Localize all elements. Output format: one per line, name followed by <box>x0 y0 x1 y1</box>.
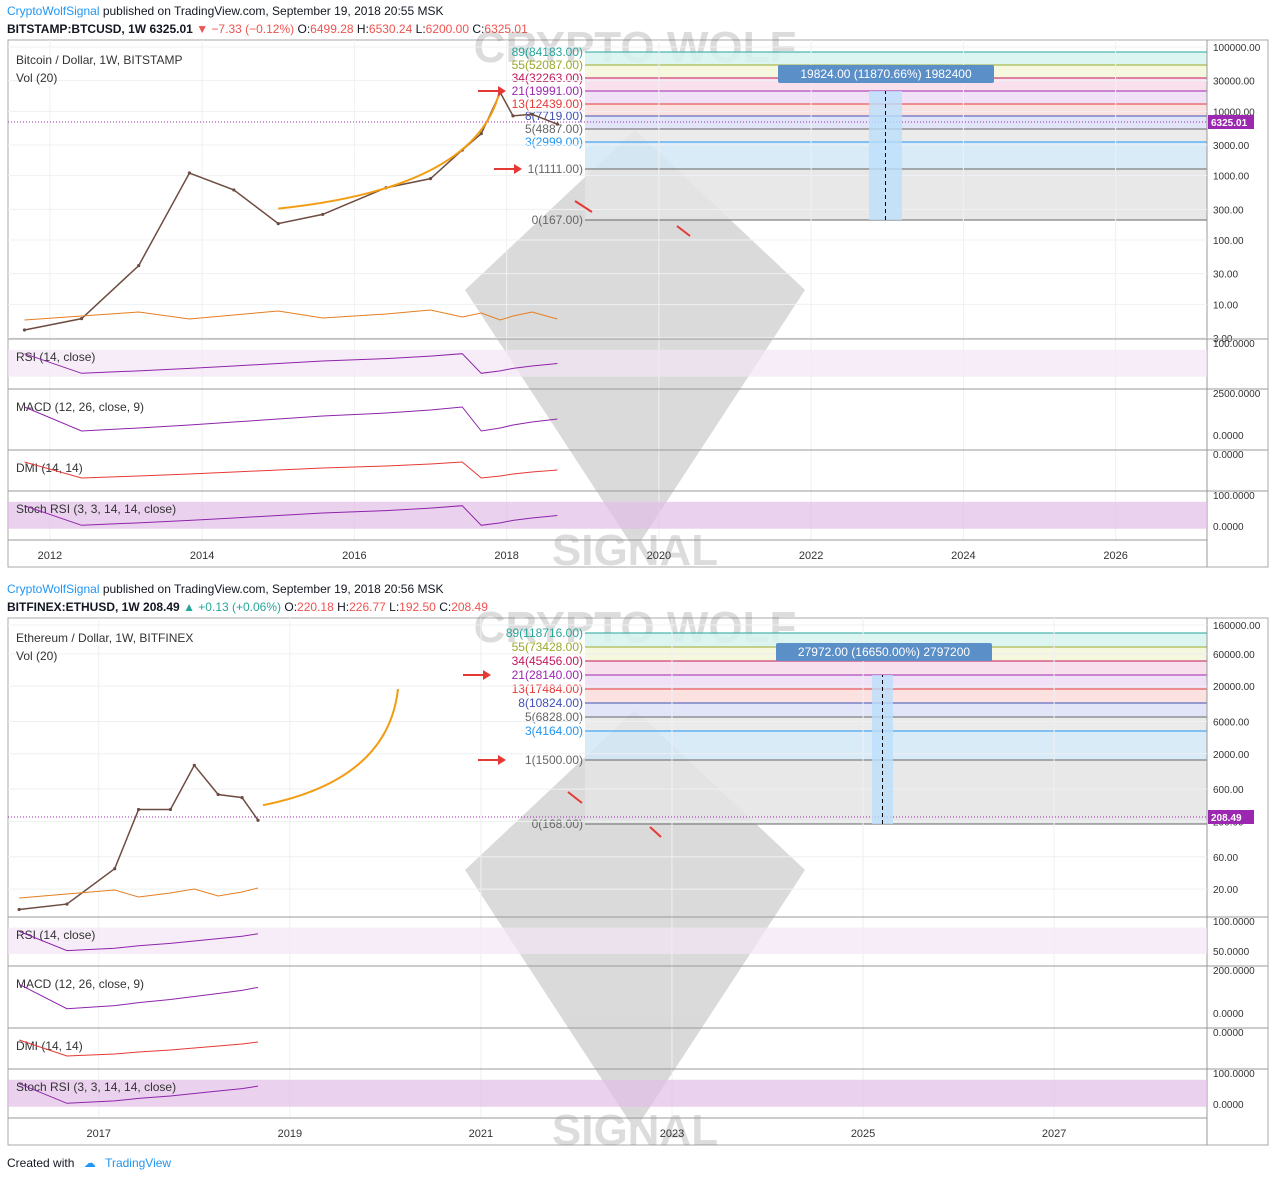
fib-band <box>585 675 1207 689</box>
price-tick-label: 1000.00 <box>1213 172 1250 183</box>
price-tick-label: 300.00 <box>1213 205 1244 216</box>
tradingview-logo-icon: ☁ <box>83 1156 96 1170</box>
rsi-tick: 100.0000 <box>1213 917 1255 928</box>
fib-band <box>585 760 1207 824</box>
measure-label: 19824.00 (11870.66%) 1982400 <box>800 67 972 81</box>
price-tag: 6325.01 <box>1211 118 1248 129</box>
measure-label: 27972.00 (16650.00%) 2797200 <box>798 645 970 659</box>
watermark-bottom-text: SIGNAL <box>552 1106 718 1155</box>
fib-label: 1(1500.00) <box>525 753 583 767</box>
charts-canvas[interactable]: CRYPTO WOLFSIGNAL89(84183.00)55(52087.00… <box>0 0 1274 1177</box>
macd-tick: 0.0000 <box>1213 1009 1244 1020</box>
fib-label: 3(2999.00) <box>525 135 583 149</box>
fib-label: 1(1111.00) <box>528 162 583 176</box>
x-tick-label: 2014 <box>190 550 214 562</box>
chart-panel-2: CRYPTO WOLFSIGNAL89(118716.00)55(73428.0… <box>7 603 1269 1155</box>
chart-panel-1: CRYPTO WOLFSIGNAL89(84183.00)55(52087.00… <box>7 23 1269 575</box>
fib-label: 34(45456.00) <box>512 654 583 668</box>
x-tick-label: 2023 <box>660 1128 684 1140</box>
price-tick-label: 6000.00 <box>1213 717 1250 728</box>
fib-label: 55(73428.00) <box>512 640 583 654</box>
x-tick-label: 2017 <box>87 1128 111 1140</box>
volume-label: Vol (20) <box>16 71 57 85</box>
x-tick-label: 2025 <box>851 1128 875 1140</box>
price-tick-label: 3000.00 <box>1213 141 1250 152</box>
stoch-label: Stoch RSI (3, 3, 14, 14, close) <box>16 502 176 516</box>
stoch-tick: 0.0000 <box>1213 1100 1244 1111</box>
fib-label: 89(118716.00) <box>506 626 583 640</box>
stoch-band <box>8 501 1207 529</box>
fib-band <box>585 661 1207 675</box>
footer: Created with ☁ TradingView <box>7 1156 171 1170</box>
fib-label: 21(19991.00) <box>512 84 583 98</box>
price-tick-label: 20.00 <box>1213 885 1238 896</box>
x-tick-label: 2019 <box>278 1128 302 1140</box>
stoch-tick: 0.0000 <box>1213 522 1244 533</box>
price-tick-label: 30.00 <box>1213 270 1238 281</box>
price-tick-label: 30000.00 <box>1213 77 1255 88</box>
dmi-tick: 0.0000 <box>1213 450 1244 461</box>
rsi-band <box>8 349 1207 377</box>
volume-label: Vol (20) <box>16 649 57 663</box>
fib-label: 3(4164.00) <box>525 724 583 738</box>
x-tick-label: 2012 <box>38 550 62 562</box>
rsi-tick: 50.0000 <box>1213 947 1250 958</box>
fib-label: 5(4887.00) <box>525 122 583 136</box>
x-tick-label: 2021 <box>469 1128 493 1140</box>
price-tick-label: 600.00 <box>1213 785 1244 796</box>
rsi-band <box>8 927 1207 954</box>
x-tick-label: 2022 <box>799 550 823 562</box>
fib-label: 0(168.00) <box>532 817 583 831</box>
fib-label: 0(167.00) <box>532 213 583 227</box>
price-tick-label: 2000.00 <box>1213 750 1250 761</box>
rsi-label: RSI (14, close) <box>16 350 95 364</box>
fib-label: 21(28140.00) <box>512 668 583 682</box>
macd-label: MACD (12, 26, close, 9) <box>16 977 144 991</box>
stoch-tick: 100.0000 <box>1213 491 1255 502</box>
fib-band <box>585 689 1207 703</box>
watermark-bottom-text: SIGNAL <box>552 526 718 575</box>
x-tick-label: 2026 <box>1103 550 1127 562</box>
dmi-tick: 0.0000 <box>1213 1028 1244 1039</box>
price-tick-label: 160000.00 <box>1213 621 1261 632</box>
stoch-band <box>8 1079 1207 1107</box>
rsi-tick: 100.0000 <box>1213 339 1255 350</box>
fib-label: 55(52087.00) <box>512 58 583 72</box>
macd-tick: 0.0000 <box>1213 431 1244 442</box>
fib-label: 34(32263.00) <box>512 71 583 85</box>
x-tick-label: 2018 <box>494 550 518 562</box>
stoch-tick: 100.0000 <box>1213 1069 1255 1080</box>
price-tick-label: 100000.00 <box>1213 43 1261 54</box>
dmi-label: DMI (14, 14) <box>16 1039 83 1053</box>
created-with-text: Created with <box>7 1156 75 1170</box>
tradingview-link[interactable]: TradingView <box>105 1156 171 1170</box>
chart-title: Ethereum / Dollar, 1W, BITFINEX <box>16 631 193 645</box>
x-tick-label: 2016 <box>342 550 366 562</box>
price-tag: 208.49 <box>1211 813 1242 824</box>
macd-tick: 200.0000 <box>1213 966 1255 977</box>
fib-band <box>585 52 1207 65</box>
fib-band <box>585 717 1207 731</box>
price-tick-label: 10.00 <box>1213 300 1238 311</box>
price-tick-label: 60000.00 <box>1213 650 1255 661</box>
price-tick-label: 20000.00 <box>1213 682 1255 693</box>
price-tick-label: 60.00 <box>1213 853 1238 864</box>
x-tick-label: 2020 <box>647 550 671 562</box>
macd-tick: 2500.0000 <box>1213 389 1261 400</box>
price-tick-label: 100.00 <box>1213 236 1244 247</box>
fib-band <box>585 731 1207 760</box>
fib-band <box>585 703 1207 717</box>
fib-label: 8(10824.00) <box>518 696 583 710</box>
dmi-label: DMI (14, 14) <box>16 461 83 475</box>
x-tick-label: 2027 <box>1042 1128 1066 1140</box>
chart-title: Bitcoin / Dollar, 1W, BITSTAMP <box>16 53 183 67</box>
fib-label: 13(17484.00) <box>512 682 583 696</box>
x-tick-label: 2024 <box>951 550 975 562</box>
